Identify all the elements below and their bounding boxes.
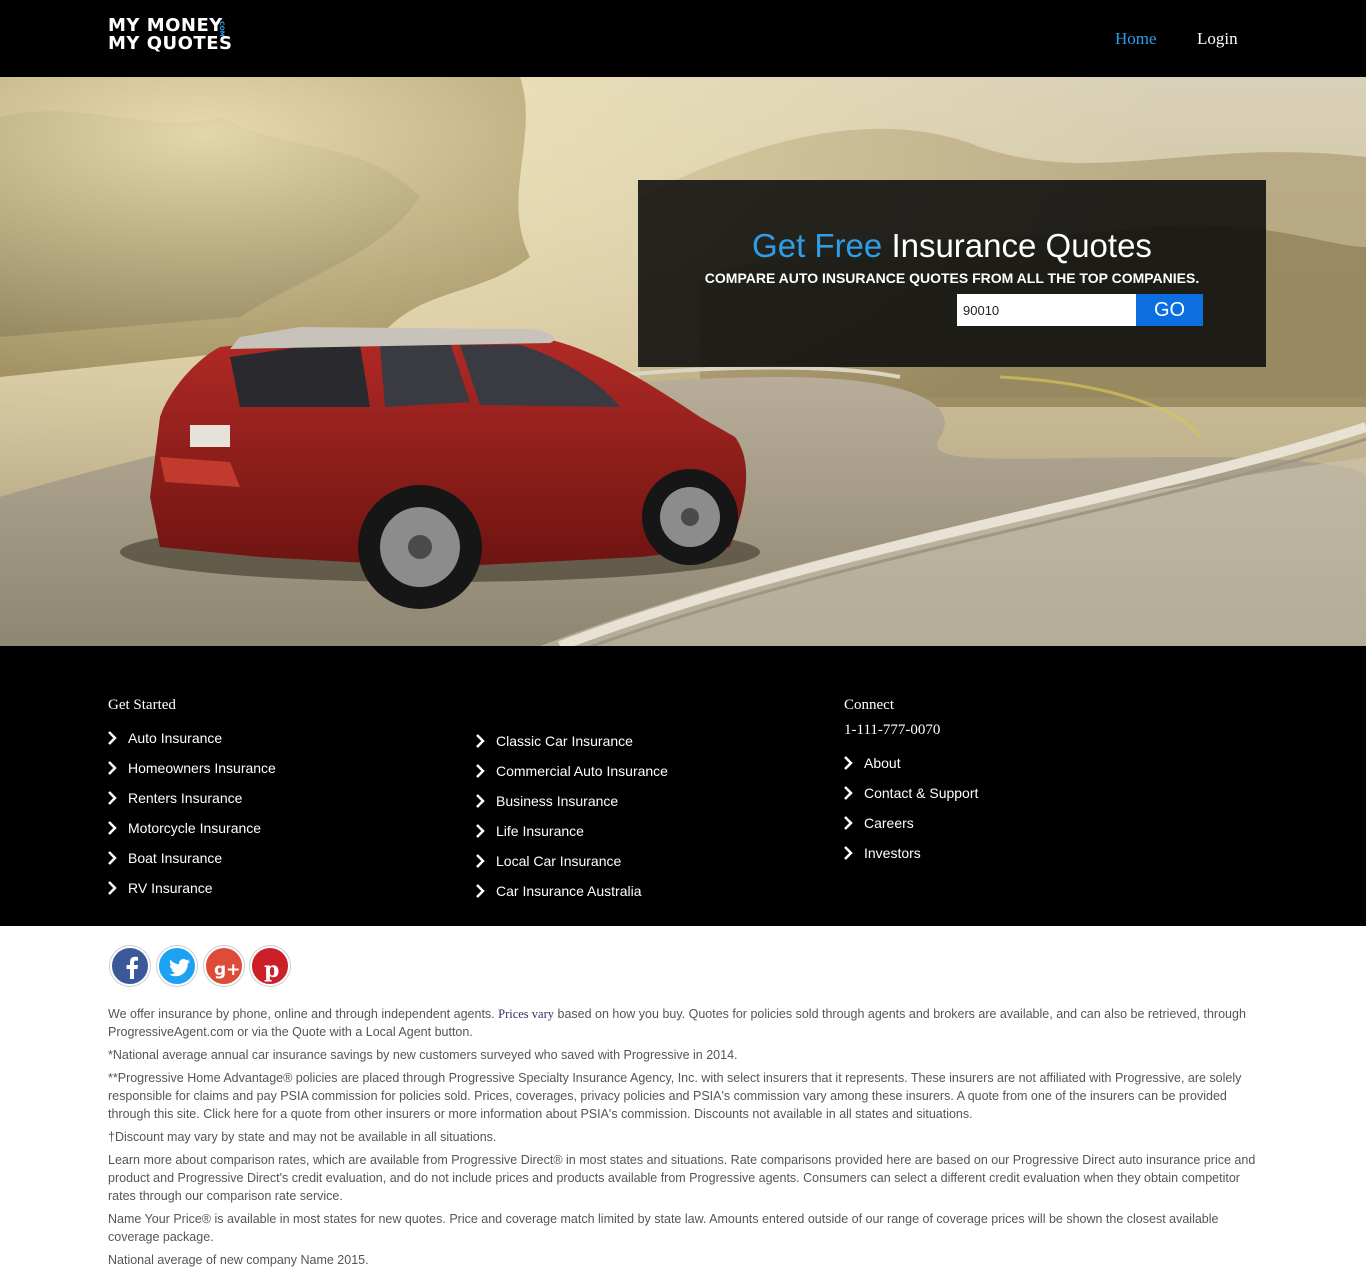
nav-home-link[interactable]: Home	[1115, 29, 1157, 49]
footer-column-2: Classic Car Insurance Commercial Auto Ins…	[476, 732, 668, 912]
chevron-right-icon	[476, 734, 485, 748]
top-navbar: MY MONEY MY QUOTES .COM Home Login	[0, 0, 1366, 77]
quote-title-accent: Get Free	[752, 227, 883, 264]
footer-col3-link-label: Contact & Support	[864, 785, 979, 801]
footer-column-3: About Contact & Support Careers Investors	[844, 754, 978, 874]
footer-col2-link-label: Car Insurance Australia	[496, 883, 642, 899]
hero-banner: Get Free Insurance Quotes COMPARE AUTO I…	[0, 77, 1366, 646]
quote-subtitle: COMPARE AUTO INSURANCE QUOTES FROM ALL T…	[704, 270, 1200, 286]
svg-text:g+: g+	[214, 960, 240, 980]
pinterest-icon[interactable]: p	[250, 946, 290, 986]
disclaimer-paragraph-5: Learn more about comparison rates, which…	[108, 1153, 1256, 1203]
get-started-heading: Get Started	[108, 697, 176, 713]
logo-line-2: MY QUOTES	[108, 33, 233, 54]
chevron-right-icon	[844, 846, 853, 860]
footer-col2-link[interactable]: Commercial Auto Insurance	[476, 762, 668, 792]
disclaimer-paragraph-2: *National average annual car insurance s…	[108, 1048, 738, 1062]
footer-col3-link[interactable]: About	[844, 754, 978, 784]
footer-col3-link-label: About	[864, 755, 901, 771]
footer-col2-link[interactable]: Local Car Insurance	[476, 852, 668, 882]
footer-col2-link-label: Commercial Auto Insurance	[496, 763, 668, 779]
footer-col2-link[interactable]: Classic Car Insurance	[476, 732, 668, 762]
connect-heading: Connect	[844, 697, 894, 713]
svg-text:p: p	[264, 957, 279, 983]
footer-col1-link-label: Motorcycle Insurance	[128, 820, 262, 836]
chevron-right-icon	[476, 764, 485, 778]
disclaimer-paragraph-7: National average of new company Name 201…	[108, 1253, 369, 1267]
footer-col1-link-label: RV Insurance	[128, 880, 213, 896]
disclaimer-paragraph-4: †Discount may vary by state and may not …	[108, 1130, 497, 1144]
chevron-right-icon	[476, 824, 485, 838]
chevron-right-icon	[476, 884, 485, 898]
chevron-right-icon	[476, 794, 485, 808]
disclaimer-p1-part-a: We offer insurance by phone, online and …	[108, 1007, 495, 1021]
footer-col3-link[interactable]: Contact & Support	[844, 784, 978, 814]
chevron-right-icon	[108, 791, 117, 805]
footer-col1-link-label: Boat Insurance	[128, 850, 223, 866]
chevron-right-icon	[108, 851, 117, 865]
footer-col1-link[interactable]: Motorcycle Insurance	[108, 819, 276, 849]
disclaimer-paragraph-1: We offer insurance by phone, online and …	[108, 1005, 1263, 1041]
disclaimer-paragraph-3: **Progressive Home Advantage® policies a…	[108, 1071, 1242, 1121]
footer-col1-link[interactable]: Auto Insurance	[108, 729, 276, 759]
chevron-right-icon	[844, 756, 853, 770]
phone-number[interactable]: 1-111-777-0070	[844, 722, 940, 739]
quote-title-rest: Insurance Quotes	[891, 227, 1152, 264]
chevron-right-icon	[844, 786, 853, 800]
chevron-right-icon	[108, 881, 117, 895]
nav-login-link[interactable]: Login	[1197, 29, 1238, 49]
logo-dotcom: .COM	[218, 19, 225, 37]
google-plus-icon[interactable]: g+	[204, 946, 244, 986]
footer-col1-link[interactable]: RV Insurance	[108, 879, 276, 909]
chevron-right-icon	[108, 761, 117, 775]
footer-col2-link-label: Life Insurance	[496, 823, 584, 839]
prices-vary-text: Prices vary	[498, 1007, 555, 1021]
chevron-right-icon	[476, 854, 485, 868]
footer-col2-link-label: Business Insurance	[496, 793, 619, 809]
chevron-right-icon	[844, 816, 853, 830]
footer-col1-link-label: Auto Insurance	[128, 730, 223, 746]
site-logo[interactable]: MY MONEY MY QUOTES .COM	[108, 17, 232, 53]
footer-col1-link[interactable]: Boat Insurance	[108, 849, 276, 879]
quote-title: Get Free Insurance Quotes	[638, 227, 1266, 265]
footer-col2-link[interactable]: Life Insurance	[476, 822, 668, 852]
footer-column-1: Auto Insurance Homeowners Insurance Renter…	[108, 729, 276, 909]
footer-col3-link[interactable]: Investors	[844, 844, 978, 874]
footer-col2-link[interactable]: Business Insurance	[476, 792, 668, 822]
footer-col2-link-label: Local Car Insurance	[496, 853, 622, 869]
footer-col3-link[interactable]: Careers	[844, 814, 978, 844]
footer-col1-link-label: Homeowners Insurance	[128, 760, 276, 776]
twitter-icon[interactable]	[157, 946, 197, 986]
chevron-right-icon	[108, 731, 117, 745]
zip-code-input[interactable]	[957, 294, 1137, 326]
footer-col1-link[interactable]: Homeowners Insurance	[108, 759, 276, 789]
footer-col3-link-label: Careers	[864, 815, 914, 831]
disclaimer-paragraph-6: Name Your Price® is available in most st…	[108, 1212, 1219, 1244]
footer-col1-link-label: Renters Insurance	[128, 790, 243, 806]
footer-col2-link[interactable]: Car Insurance Australia	[476, 882, 668, 912]
go-button[interactable]: GO	[1136, 294, 1203, 326]
footer-col3-link-label: Investors	[864, 845, 921, 861]
chevron-right-icon	[108, 821, 117, 835]
footer-col2-link-label: Classic Car Insurance	[496, 733, 633, 749]
quote-form-panel: Get Free Insurance Quotes COMPARE AUTO I…	[638, 180, 1266, 367]
disclaimer-text: We offer insurance by phone, online and …	[108, 1005, 1263, 1270]
footer-links-section: Get Started Auto Insurance Homeowners Ins…	[0, 646, 1366, 926]
facebook-icon[interactable]	[110, 946, 150, 986]
footer-col1-link[interactable]: Renters Insurance	[108, 789, 276, 819]
